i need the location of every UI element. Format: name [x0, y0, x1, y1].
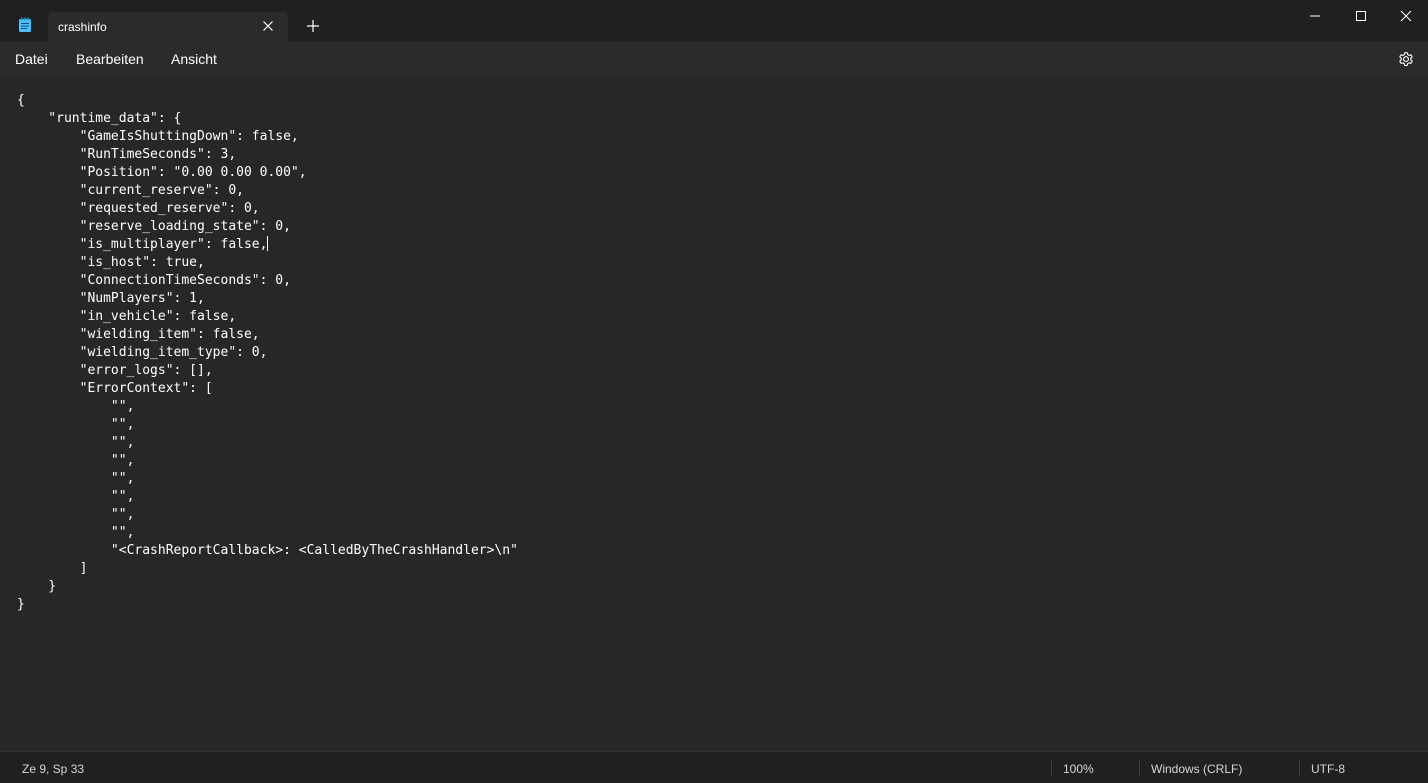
- editor-line: "",: [17, 417, 135, 432]
- encoding[interactable]: UTF-8: [1311, 762, 1345, 776]
- editor-line: "NumPlayers": 1,: [17, 291, 205, 306]
- menu-bar: Datei Bearbeiten Ansicht: [0, 42, 1428, 75]
- editor-line: "Position": "0.00 0.00 0.00",: [17, 165, 307, 180]
- cursor-position[interactable]: Ze 9, Sp 33: [22, 762, 84, 776]
- editor-line: "wielding_item_type": 0,: [17, 345, 268, 360]
- editor-line: "runtime_data": {: [17, 111, 182, 126]
- notepad-icon: [18, 17, 32, 33]
- minimize-button[interactable]: [1291, 0, 1337, 32]
- tab-crashinfo[interactable]: crashinfo: [48, 12, 288, 42]
- close-tab-icon[interactable]: [260, 18, 276, 34]
- editor-line: "",: [17, 525, 135, 540]
- status-divider: [1051, 761, 1052, 777]
- editor-line: "",: [17, 507, 135, 522]
- editor-line: "error_logs": [],: [17, 363, 213, 378]
- status-divider: [1299, 761, 1300, 777]
- status-divider: [1139, 761, 1140, 777]
- line-ending[interactable]: Windows (CRLF): [1151, 762, 1242, 776]
- editor-line: "ErrorContext": [: [17, 381, 213, 396]
- editor-line: "reserve_loading_state": 0,: [17, 219, 291, 234]
- editor-line: "in_vehicle": false,: [17, 309, 237, 324]
- new-tab-plus-icon[interactable]: [304, 17, 322, 35]
- zoom-level[interactable]: 100%: [1063, 762, 1094, 776]
- editor-line: "",: [17, 489, 135, 504]
- settings-gear-icon[interactable]: [1397, 50, 1415, 68]
- editor-line: "requested_reserve": 0,: [17, 201, 260, 216]
- editor-line: "GameIsShuttingDown": false,: [17, 129, 299, 144]
- editor-line: "",: [17, 453, 135, 468]
- notepad-window: crashinfo Datei Bearbeiten Ansicht {"ru…: [0, 0, 1428, 783]
- title-bar: crashinfo: [0, 0, 1428, 42]
- maximize-icon: [1356, 11, 1366, 21]
- text-editor[interactable]: { "runtime_data": { "GameIsShuttingDown"…: [0, 75, 1428, 751]
- editor-line: "",: [17, 435, 135, 450]
- editor-line: {: [17, 93, 25, 108]
- editor-line: "is_host": true,: [17, 255, 205, 270]
- editor-line: "",: [17, 399, 135, 414]
- editor-line: }: [17, 579, 57, 594]
- status-bar: Ze 9, Sp 33 100% Windows (CRLF) UTF-8: [0, 751, 1428, 783]
- editor-line: "",: [17, 471, 135, 486]
- minimize-icon: [1310, 15, 1320, 17]
- menu-file[interactable]: Datei: [15, 51, 48, 67]
- close-window-button[interactable]: [1382, 0, 1428, 32]
- menu-edit[interactable]: Bearbeiten: [76, 51, 144, 67]
- editor-line: "RunTimeSeconds": 3,: [17, 147, 237, 162]
- editor-line: "current_reserve": 0,: [17, 183, 244, 198]
- tab-title: crashinfo: [58, 20, 107, 34]
- maximize-button[interactable]: [1337, 0, 1383, 32]
- editor-line: }: [17, 597, 25, 612]
- editor-content[interactable]: { "runtime_data": { "GameIsShuttingDown"…: [17, 92, 518, 614]
- editor-line: "is_multiplayer": false,: [17, 236, 269, 252]
- editor-line: "<CrashReportCallback>: <CalledByTheCras…: [17, 543, 518, 558]
- editor-line: ]: [17, 561, 88, 576]
- menu-view[interactable]: Ansicht: [171, 51, 217, 67]
- editor-line: "wielding_item": false,: [17, 327, 260, 342]
- editor-line: "ConnectionTimeSeconds": 0,: [17, 273, 291, 288]
- close-icon: [1400, 10, 1412, 22]
- text-caret: [267, 236, 269, 251]
